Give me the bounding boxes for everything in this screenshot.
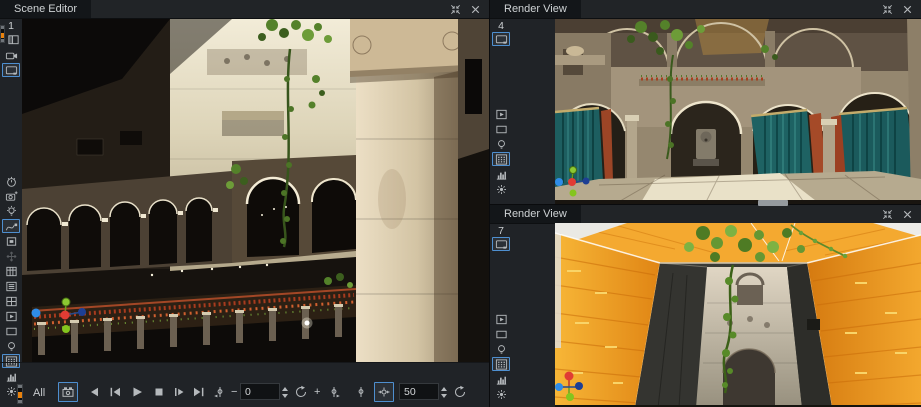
play-backward-icon[interactable] [85, 383, 103, 401]
pixel-grid-icon[interactable] [492, 357, 510, 371]
render-view-top-panel: Render View 4 [490, 0, 921, 204]
exposure-icon[interactable] [492, 182, 510, 196]
display-monitor-icon[interactable] [2, 63, 20, 77]
render-view-top-toolbar: 4 [490, 18, 512, 204]
timer-icon[interactable] [2, 174, 20, 188]
render-view-top-number: 4 [490, 20, 512, 32]
frame-spinner-icon[interactable] [280, 383, 290, 401]
scene-render-image [22, 19, 489, 362]
region-icon[interactable] [492, 122, 510, 136]
pixel-grid-icon[interactable] [492, 152, 510, 166]
layout-panel-icon[interactable] [5, 32, 22, 46]
point-light-icon[interactable] [2, 204, 20, 218]
end-frame-input[interactable] [399, 383, 439, 400]
dock-row [0, 32, 22, 47]
scene-editor-left-toolbar: 1 [0, 18, 22, 407]
render-view-bottom-panel: Render View 7 [490, 204, 921, 407]
maximize-icon[interactable] [449, 3, 462, 16]
panel-divider[interactable] [489, 0, 490, 407]
next-keyframe-icon[interactable] [326, 383, 344, 401]
camera-icon[interactable] [2, 48, 20, 62]
scene-editor-title: Scene Editor [14, 3, 77, 15]
render-view-bottom-number: 7 [490, 225, 512, 237]
list-view-icon[interactable] [2, 279, 20, 293]
dock-slider[interactable] [0, 25, 5, 43]
timeline-mini-slider[interactable] [17, 384, 23, 404]
render-view-bottom-tool-stack [490, 312, 512, 402]
scene-editor-panel: Scene Editor 1 [0, 0, 489, 407]
render-view-top-viewport[interactable] [555, 19, 921, 204]
render-view-top-window-controls [881, 0, 921, 18]
range-all-button[interactable]: All [33, 387, 45, 399]
snapshot-camera-icon[interactable] [58, 382, 78, 402]
bulb-icon[interactable] [492, 137, 510, 151]
tab-render-view-bottom[interactable]: Render View [490, 205, 581, 223]
region-icon[interactable] [2, 324, 20, 338]
stop-icon[interactable] [150, 383, 168, 401]
step-forward-icon[interactable] [170, 383, 188, 401]
render-view-bottom-toolbar: 7 [490, 223, 512, 407]
application-window: Scene Editor 1 [0, 0, 921, 407]
end-frame-spinner-icon[interactable] [439, 383, 449, 401]
previous-keyframe-icon[interactable] [210, 383, 228, 401]
render-view-top-titlebar: Render View [490, 0, 921, 19]
grid-view-icon[interactable] [2, 294, 20, 308]
scene-editor-titlebar: Scene Editor [0, 0, 489, 19]
render-view-bottom-title: Render View [504, 208, 567, 220]
close-icon[interactable] [901, 208, 914, 221]
render-view-top-tool-stack [490, 107, 512, 197]
timeline-bar: All − + [0, 362, 489, 407]
auto-key-icon[interactable] [374, 382, 394, 402]
render-view-top-image [555, 19, 921, 204]
render-view-bottom-titlebar: Render View [490, 205, 921, 224]
render-view-bottom-image [555, 223, 921, 407]
grid-calendar-icon[interactable] [2, 264, 20, 278]
tab-scene-editor[interactable]: Scene Editor [0, 0, 91, 18]
go-to-end-icon[interactable] [190, 383, 208, 401]
bulb-icon[interactable] [492, 342, 510, 356]
histogram-icon[interactable] [492, 372, 510, 386]
display-monitor-icon[interactable] [492, 32, 510, 46]
clip-box-icon[interactable] [2, 234, 20, 248]
scene-editor-window-controls [449, 0, 489, 18]
play-box-icon[interactable] [2, 309, 20, 323]
render-view-bottom-window-controls [881, 205, 921, 223]
maximize-icon[interactable] [881, 208, 894, 221]
region-icon[interactable] [492, 327, 510, 341]
go-to-start-icon[interactable] [106, 383, 124, 401]
end-loop-icon[interactable] [451, 383, 469, 401]
transform-icon [2, 249, 20, 263]
frame-increment-button[interactable]: + [314, 386, 320, 398]
render-view-top-title: Render View [504, 3, 567, 15]
play-icon[interactable] [128, 383, 146, 401]
play-box-icon[interactable] [492, 107, 510, 121]
keyframe-icon[interactable] [352, 383, 370, 401]
close-icon[interactable] [469, 3, 482, 16]
maximize-icon[interactable] [881, 3, 894, 16]
frame-decrement-button[interactable]: − [231, 386, 237, 398]
scene-editor-viewport[interactable] [22, 19, 489, 362]
histogram-icon[interactable] [492, 167, 510, 181]
splitter-handle[interactable] [758, 200, 788, 206]
bulb-icon[interactable] [2, 339, 20, 353]
render-view-bottom-viewport[interactable] [555, 223, 921, 407]
current-frame-input[interactable] [240, 383, 280, 400]
loop-icon[interactable] [292, 383, 310, 401]
close-icon[interactable] [901, 3, 914, 16]
exposure-icon[interactable] [492, 387, 510, 401]
curve-editor-icon[interactable] [2, 219, 20, 233]
display-monitor-icon[interactable] [492, 237, 510, 251]
snapshot-icon[interactable] [2, 189, 20, 203]
play-box-icon[interactable] [492, 312, 510, 326]
tab-render-view-top[interactable]: Render View [490, 0, 581, 18]
